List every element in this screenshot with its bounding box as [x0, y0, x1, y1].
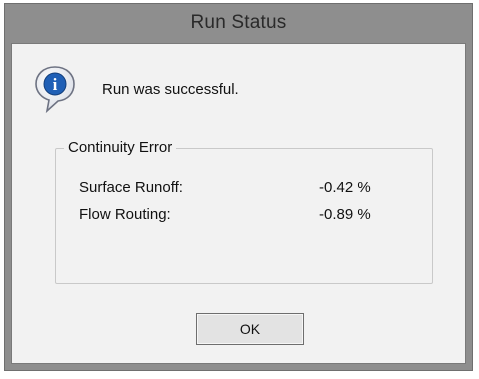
surface-runoff-value: -0.42 %: [319, 179, 371, 196]
surface-runoff-row: Surface Runoff: -0.42 %: [79, 179, 409, 196]
ok-button[interactable]: OK: [196, 313, 304, 345]
message-row: i Run was successful.: [34, 64, 239, 114]
group-legend: Continuity Error: [64, 139, 177, 156]
flow-routing-row: Flow Routing: -0.89 %: [79, 206, 409, 223]
flow-routing-value: -0.89 %: [319, 206, 371, 223]
info-icon: i: [35, 66, 75, 114]
dialog-title: Run Status: [190, 12, 287, 33]
run-status-dialog: Run Status i Run was successful. Continu…: [4, 3, 473, 371]
flow-routing-label: Flow Routing:: [79, 206, 171, 223]
surface-runoff-label: Surface Runoff:: [79, 179, 183, 196]
title-bar[interactable]: Run Status: [5, 4, 472, 42]
continuity-error-group: Continuity Error Surface Runoff: -0.42 %…: [55, 139, 433, 284]
dialog-body: i Run was successful. Continuity Error S…: [11, 43, 466, 364]
svg-text:i: i: [53, 75, 58, 94]
message-text: Run was successful.: [102, 80, 239, 98]
